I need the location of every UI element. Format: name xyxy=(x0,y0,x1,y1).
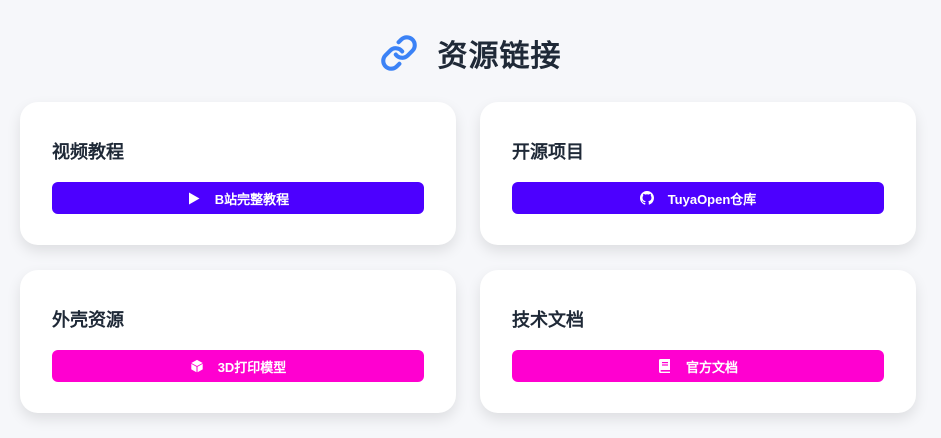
button-label: 官方文档 xyxy=(685,359,738,375)
cube-icon xyxy=(190,359,204,373)
card-shell-resources: 外壳资源 3D打印模型 xyxy=(20,270,456,413)
card-title: 技术文档 xyxy=(512,310,584,331)
card-video-tutorial: 视频教程 B站完整教程 xyxy=(20,102,456,245)
official-docs-button[interactable]: 官方文档 xyxy=(512,350,884,382)
card-title: 开源项目 xyxy=(512,142,584,163)
button-label: 3D打印模型 xyxy=(217,359,287,375)
card-title: 外壳资源 xyxy=(52,310,124,331)
page-header: 资源链接 xyxy=(0,30,941,76)
github-icon xyxy=(639,191,654,205)
button-label: B站完整教程 xyxy=(214,191,290,207)
book-icon xyxy=(658,359,672,373)
tuyaopen-repo-button[interactable]: TuyaOpen仓库 xyxy=(512,182,884,214)
button-label: TuyaOpen仓库 xyxy=(667,191,757,207)
card-title: 视频教程 xyxy=(52,142,124,163)
card-technical-docs: 技术文档 官方文档 xyxy=(480,270,916,413)
bilibili-tutorial-button[interactable]: B站完整教程 xyxy=(52,182,424,214)
3d-print-model-button[interactable]: 3D打印模型 xyxy=(52,350,424,382)
page-title: 资源链接 xyxy=(437,39,562,74)
play-icon xyxy=(187,191,201,205)
card-open-source: 开源项目 TuyaOpen仓库 xyxy=(480,102,916,245)
link-icon xyxy=(380,34,418,72)
